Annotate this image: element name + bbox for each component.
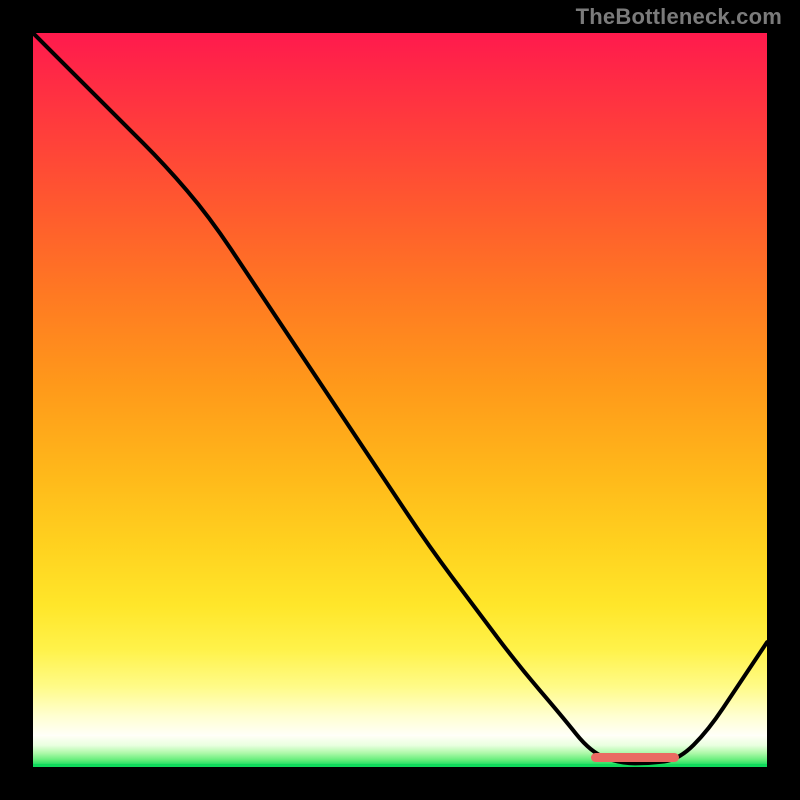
chart-frame: TheBottleneck.com [0,0,800,800]
curve-path [33,33,767,763]
curve-svg [33,33,767,767]
watermark-text: TheBottleneck.com [576,4,782,30]
optimum-marker-bar [591,753,679,762]
plot-area [33,33,767,767]
